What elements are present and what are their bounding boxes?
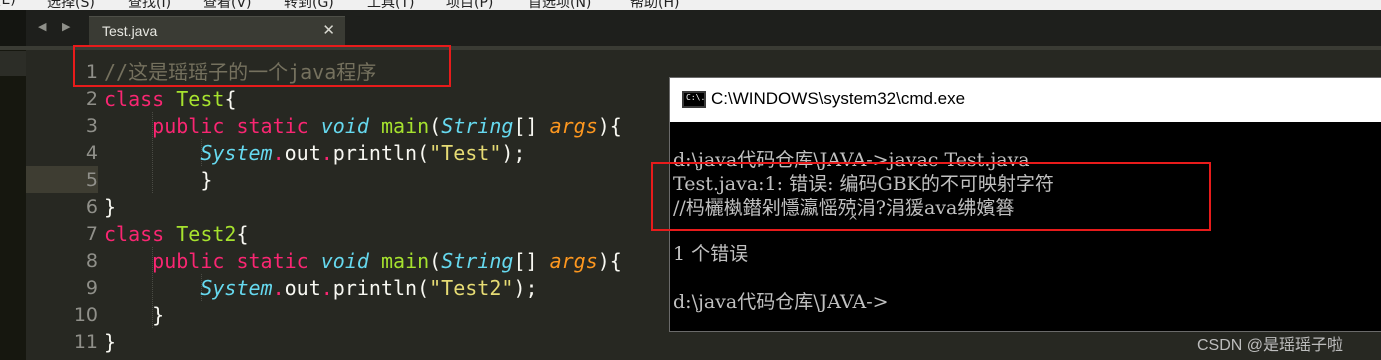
- line-number: 3: [85, 115, 98, 137]
- code-text: }: [200, 168, 213, 192]
- menu-item-selection[interactable]: 选择(S): [47, 0, 95, 10]
- code-text: class Test2{: [104, 222, 249, 246]
- gutter: 10: [26, 301, 98, 328]
- line-number: 4: [85, 142, 98, 164]
- gutter: 9: [26, 274, 98, 301]
- cmd-prompt-line[interactable]: d:\java代码仓库\JAVA->: [673, 290, 889, 314]
- line-number: 2: [85, 88, 98, 110]
- side-strip-marker: [0, 51, 26, 76]
- gutter: 5: [26, 166, 98, 193]
- cmd-icon: C:\.: [682, 91, 706, 108]
- line-number: 10: [73, 304, 98, 326]
- line-number: 9: [85, 277, 98, 299]
- gutter: 6: [26, 193, 98, 220]
- code-text: public static void main(String[] args){: [152, 114, 622, 138]
- watermark: CSDN @是瑶瑶子啦: [1197, 337, 1344, 354]
- sidebar-toggle-area: [0, 10, 26, 46]
- menu-item-preferences[interactable]: 首选项(N): [528, 0, 591, 10]
- side-strip: [0, 50, 26, 360]
- menu-item-tools[interactable]: 工具(T): [367, 0, 414, 10]
- gutter: 3: [26, 112, 98, 139]
- code-text: System.out.println("Test2");: [200, 276, 538, 300]
- code-text: }: [104, 195, 117, 219]
- highlight-box-comment: [73, 45, 451, 87]
- line-number: 5: [85, 169, 98, 191]
- menu-item-goto[interactable]: 转到(G): [284, 0, 334, 10]
- tab-test-java[interactable]: Test.java ✕: [89, 16, 345, 47]
- code-text: class Test{: [104, 87, 237, 111]
- line-number: 6: [85, 196, 98, 218]
- cmd-output-line: 1 个错误: [673, 243, 749, 265]
- gutter: 7: [26, 220, 98, 247]
- gutter: 8: [26, 247, 98, 274]
- code-text: }: [104, 330, 117, 354]
- line-number: 11: [73, 331, 98, 353]
- code-line[interactable]: 11 }: [26, 328, 1381, 355]
- gutter: 4: [26, 139, 98, 166]
- highlight-box-error: [651, 162, 1211, 231]
- gutter: 11: [26, 328, 98, 355]
- cmd-title-bar[interactable]: C:\. C:\WINDOWS\system32\cmd.exe: [670, 78, 1381, 122]
- menu-item-project[interactable]: 项目(P): [446, 0, 493, 10]
- cmd-title: C:\WINDOWS\system32\cmd.exe: [711, 89, 966, 108]
- menu-item-edit[interactable]: (E): [0, 0, 16, 8]
- close-icon[interactable]: ✕: [322, 21, 335, 39]
- line-number: 8: [85, 250, 98, 272]
- menu-item-view[interactable]: 查看(V): [203, 0, 252, 10]
- line-number: 7: [85, 223, 98, 245]
- tab-title: Test.java: [102, 23, 158, 39]
- menu-item-help[interactable]: 帮助(H): [630, 0, 679, 10]
- code-text: System.out.println("Test");: [200, 141, 526, 165]
- code-text: public static void main(String[] args){: [152, 249, 622, 273]
- tab-nav-arrows-icon[interactable]: ◀ ▶: [38, 20, 76, 33]
- menu-item-find[interactable]: 查找(I): [128, 0, 171, 10]
- gutter: 2: [26, 85, 98, 112]
- menu-bar: (E) 选择(S) 查找(I) 查看(V) 转到(G) 工具(T) 项目(P) …: [0, 0, 1381, 10]
- code-text: }: [152, 303, 165, 327]
